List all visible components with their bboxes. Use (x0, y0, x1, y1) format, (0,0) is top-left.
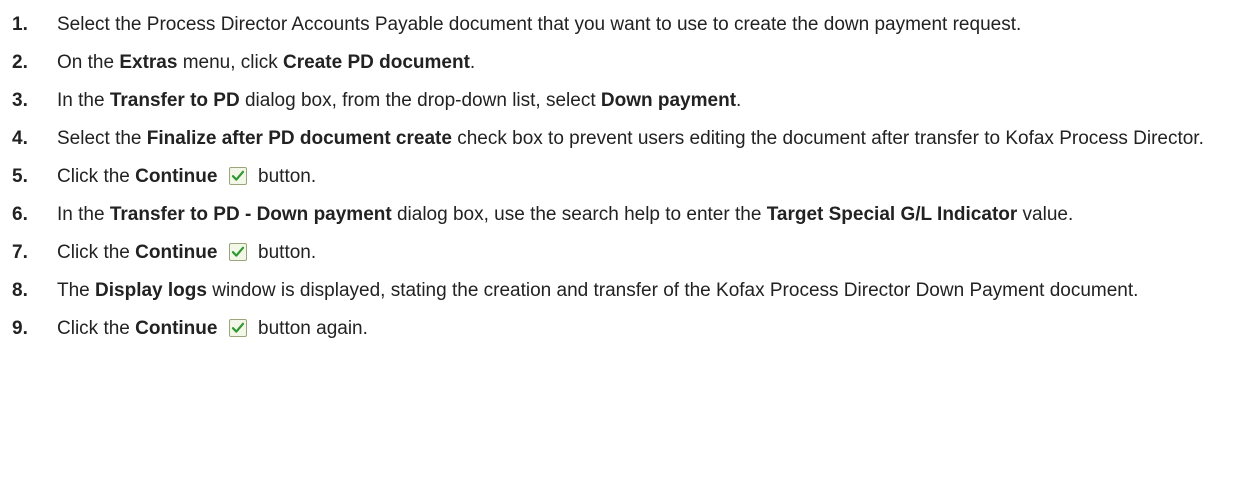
step-text: Click the Continue button. (57, 166, 316, 187)
step-number: 1. (12, 14, 28, 35)
ui-term: Down payment (600, 90, 737, 111)
step-number: 9. (12, 318, 28, 339)
step-text-segment: Select the Process Director Accounts Pay… (57, 14, 1022, 35)
step-number: 6. (12, 204, 28, 225)
step-item: 5. Click the Continue button. (0, 164, 1240, 189)
ui-term: Finalize after PD document create (146, 128, 452, 149)
step-text: On the Extras menu, click Create PD docu… (57, 52, 475, 73)
step-item: 6. In the Transfer to PD - Down payment d… (0, 202, 1240, 227)
step-text-segment: . (736, 90, 742, 111)
step-text: Click the Continue button again. (57, 318, 368, 339)
step-number: 7. (12, 242, 28, 263)
step-text-segment: window is displayed, stating the creatio… (206, 280, 1139, 301)
step-text-segment: dialog box, use the search help to enter… (391, 204, 767, 225)
step-number: 4. (12, 128, 28, 149)
step-text-segment: In the (57, 90, 110, 111)
step-number: 2. (12, 52, 28, 73)
step-item: 1. Select the Process Director Accounts P… (0, 12, 1240, 37)
step-item: 2. On the Extras menu, click Create PD do… (0, 50, 1240, 75)
step-text: The Display logs window is displayed, st… (57, 280, 1138, 301)
step-text-segment: The (57, 280, 96, 301)
step-text: Click the Continue button. (57, 242, 316, 263)
step-text: Select the Finalize after PD document cr… (57, 128, 1204, 149)
step-text: In the Transfer to PD dialog box, from t… (57, 90, 741, 111)
step-text: Select the Process Director Accounts Pay… (57, 14, 1021, 35)
step-item: 3. In the Transfer to PD dialog box, from… (0, 88, 1240, 113)
step-text-segment: . (469, 52, 476, 73)
ui-term: Continue (135, 242, 218, 263)
step-text-segment: button again. (258, 318, 368, 339)
step-number: 8. (12, 280, 28, 301)
step-item: 4. Select the Finalize after PD document … (0, 126, 1240, 151)
procedure-steps: 1. Select the Process Director Accounts P… (0, 12, 1240, 354)
step-text-segment: menu, click (177, 52, 284, 73)
ui-term: Continue (135, 318, 218, 339)
step-number: 5. (12, 166, 28, 187)
ui-term: Transfer to PD - Down payment (109, 204, 392, 225)
ui-term: Transfer to PD (109, 90, 240, 111)
step-number: 3. (12, 90, 28, 111)
ui-term: Extras (119, 52, 178, 73)
ui-term: Continue (135, 166, 218, 187)
checkmark-icon (228, 319, 247, 337)
step-text-segment: Click the (57, 318, 136, 339)
ui-term: Create PD document (283, 52, 470, 73)
step-text-segment: check box to prevent users editing the d… (451, 128, 1204, 149)
step-text-segment: Select the (57, 128, 147, 149)
step-text-segment: Click the (57, 242, 136, 263)
step-item: 7. Click the Continue button. (0, 240, 1240, 265)
ui-term: Display logs (95, 280, 207, 301)
step-text-segment: In the (57, 204, 110, 225)
step-text-segment: button. (258, 166, 317, 187)
step-text-segment: dialog box, from the drop-down list, sel… (239, 90, 601, 111)
ui-term: Target Special G/L Indicator (766, 204, 1018, 225)
checkmark-icon (228, 243, 247, 261)
step-text-segment: On the (57, 52, 120, 73)
checkmark-icon (228, 167, 247, 185)
step-item: 8. The Display logs window is displayed, … (0, 278, 1240, 303)
step-item: 9. Click the Continue button again. (0, 316, 1240, 341)
step-text-segment: button. (258, 242, 317, 263)
step-text-segment: value. (1017, 204, 1074, 225)
step-text-segment: Click the (57, 166, 136, 187)
step-text: In the Transfer to PD - Down payment dia… (57, 204, 1073, 225)
